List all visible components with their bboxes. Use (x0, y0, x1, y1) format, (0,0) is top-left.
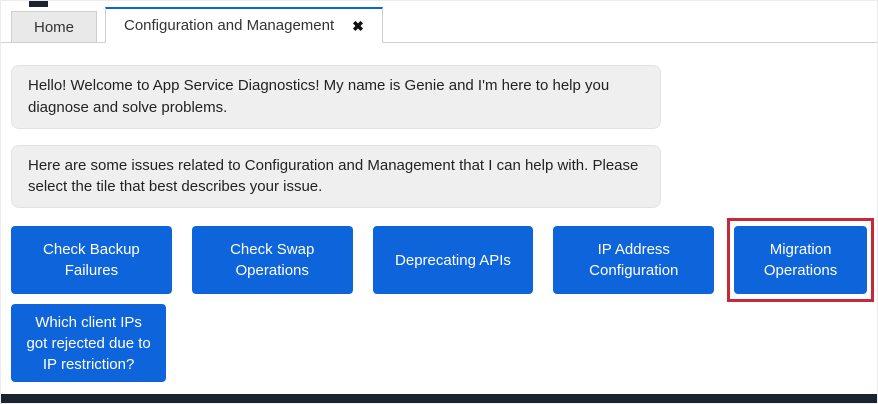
tab-home-label: Home (34, 19, 74, 36)
tile-migration-operations[interactable]: Migration Operations (734, 226, 867, 294)
bottom-bar (1, 394, 877, 403)
chat-area: Hello! Welcome to App Service Diagnostic… (1, 65, 877, 382)
tab-home[interactable]: Home (11, 11, 97, 42)
tile-check-swap-operations[interactable]: Check Swap Operations (192, 226, 353, 294)
tile-check-backup-failures[interactable]: Check Backup Failures (11, 226, 172, 294)
top-left-dark-strip (29, 1, 48, 7)
tab-bar: Home Configuration and Management ✖ (1, 1, 877, 43)
issue-tile-row: Check Backup Failures Check Swap Operati… (11, 226, 867, 294)
tile-client-ips-rejected[interactable]: Which client IPs got rejected due to IP … (11, 304, 166, 382)
tab-configuration-and-management[interactable]: Configuration and Management ✖ (105, 7, 383, 43)
chat-message-issue-list: Here are some issues related to Configur… (11, 145, 661, 209)
close-icon[interactable]: ✖ (352, 19, 364, 33)
tile-deprecating-apis[interactable]: Deprecating APIs (373, 226, 534, 294)
tab-config-label: Configuration and Management (124, 17, 334, 34)
tile-ip-address-configuration[interactable]: IP Address Configuration (553, 226, 714, 294)
chat-message-welcome: Hello! Welcome to App Service Diagnostic… (11, 65, 661, 129)
app-window: Home Configuration and Management ✖ Hell… (0, 0, 878, 404)
issue-tile-row-2: Which client IPs got rejected due to IP … (11, 304, 867, 382)
tile-migration-operations-wrapper: Migration Operations (734, 226, 867, 294)
